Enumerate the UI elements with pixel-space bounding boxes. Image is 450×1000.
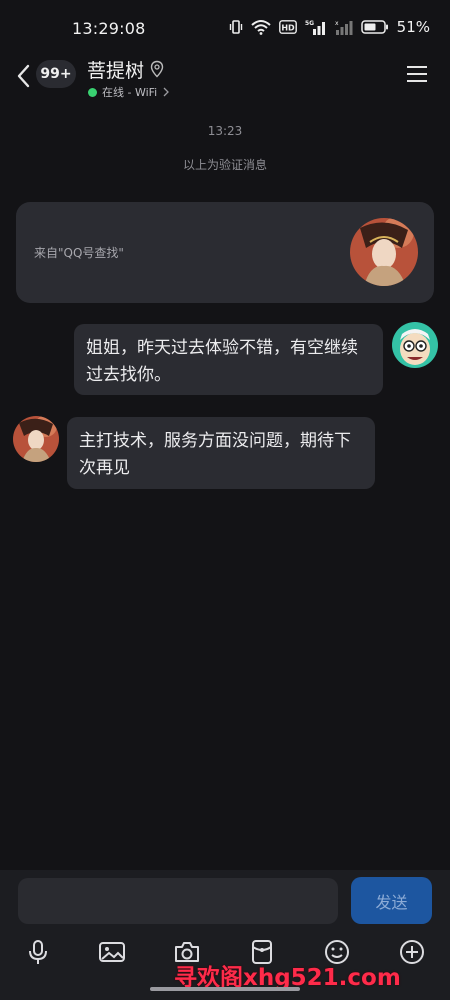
microphone-icon bbox=[29, 940, 47, 964]
avatar[interactable] bbox=[392, 322, 438, 368]
online-dot bbox=[88, 87, 97, 97]
verification-source-card[interactable]: 来自"QQ号查找" bbox=[16, 202, 434, 303]
chat-header: 99+ 菩提树 在线 - WiFi bbox=[0, 56, 450, 104]
composer: 发送 寻欢阁xhg521.com bbox=[0, 870, 450, 1000]
image-icon bbox=[99, 942, 125, 962]
message-list[interactable]: 13:23 以上为验证消息 来自"QQ号查找" 姐姐，昨天过去体验不错，有空继续… bbox=[0, 104, 450, 870]
presence-text: 在线 - WiFi bbox=[102, 86, 158, 99]
unread-badge[interactable]: 99+ bbox=[36, 60, 76, 88]
menu-icon[interactable] bbox=[406, 65, 428, 83]
message-bubble-outgoing[interactable]: 姐姐，昨天过去体验不错，有空继续过去找你。 bbox=[74, 324, 383, 395]
message-bubble-incoming[interactable]: 主打技术，服务方面没问题，期待下次再见 bbox=[67, 417, 375, 489]
svg-text:5G: 5G bbox=[305, 20, 314, 27]
portrait-image bbox=[13, 416, 59, 462]
message-input[interactable] bbox=[18, 878, 338, 924]
svg-text:x: x bbox=[335, 20, 339, 27]
presence-status[interactable]: 在线 - WiFi bbox=[88, 84, 170, 100]
home-indicator[interactable] bbox=[150, 987, 300, 991]
back-button[interactable] bbox=[12, 62, 36, 90]
status-time: 13:29:08 bbox=[72, 18, 146, 38]
signal-icon: x bbox=[335, 20, 353, 35]
source-text: 来自"QQ号查找" bbox=[34, 246, 124, 260]
wifi-icon bbox=[250, 20, 271, 35]
avatar[interactable] bbox=[350, 218, 418, 286]
hd-icon: HD bbox=[278, 20, 297, 34]
status-bar: 13:29:08 HD 5G x 51% bbox=[0, 0, 450, 56]
plus-icon bbox=[400, 940, 424, 964]
chevron-right-icon bbox=[163, 87, 170, 97]
send-button[interactable]: 发送 bbox=[351, 877, 432, 924]
battery-icon bbox=[360, 20, 388, 34]
contact-name[interactable]: 菩提树 bbox=[87, 56, 144, 83]
message-timestamp: 13:23 bbox=[207, 124, 243, 138]
portrait-image bbox=[350, 218, 418, 286]
battery-percent: 51% bbox=[396, 18, 430, 36]
chevron-left-icon bbox=[17, 64, 30, 88]
svg-text:HD: HD bbox=[281, 23, 295, 32]
cartoon-face-image bbox=[392, 322, 438, 368]
gallery-button[interactable] bbox=[94, 934, 130, 970]
status-icons: HD 5G x 51% bbox=[229, 18, 430, 36]
vibrate-icon bbox=[229, 20, 242, 34]
signal-5g-icon: 5G bbox=[305, 20, 325, 35]
avatar[interactable] bbox=[13, 416, 59, 462]
system-notice: 以上为验证消息 bbox=[182, 158, 267, 172]
voice-button[interactable] bbox=[20, 934, 56, 970]
location-shield-icon[interactable] bbox=[150, 60, 164, 78]
